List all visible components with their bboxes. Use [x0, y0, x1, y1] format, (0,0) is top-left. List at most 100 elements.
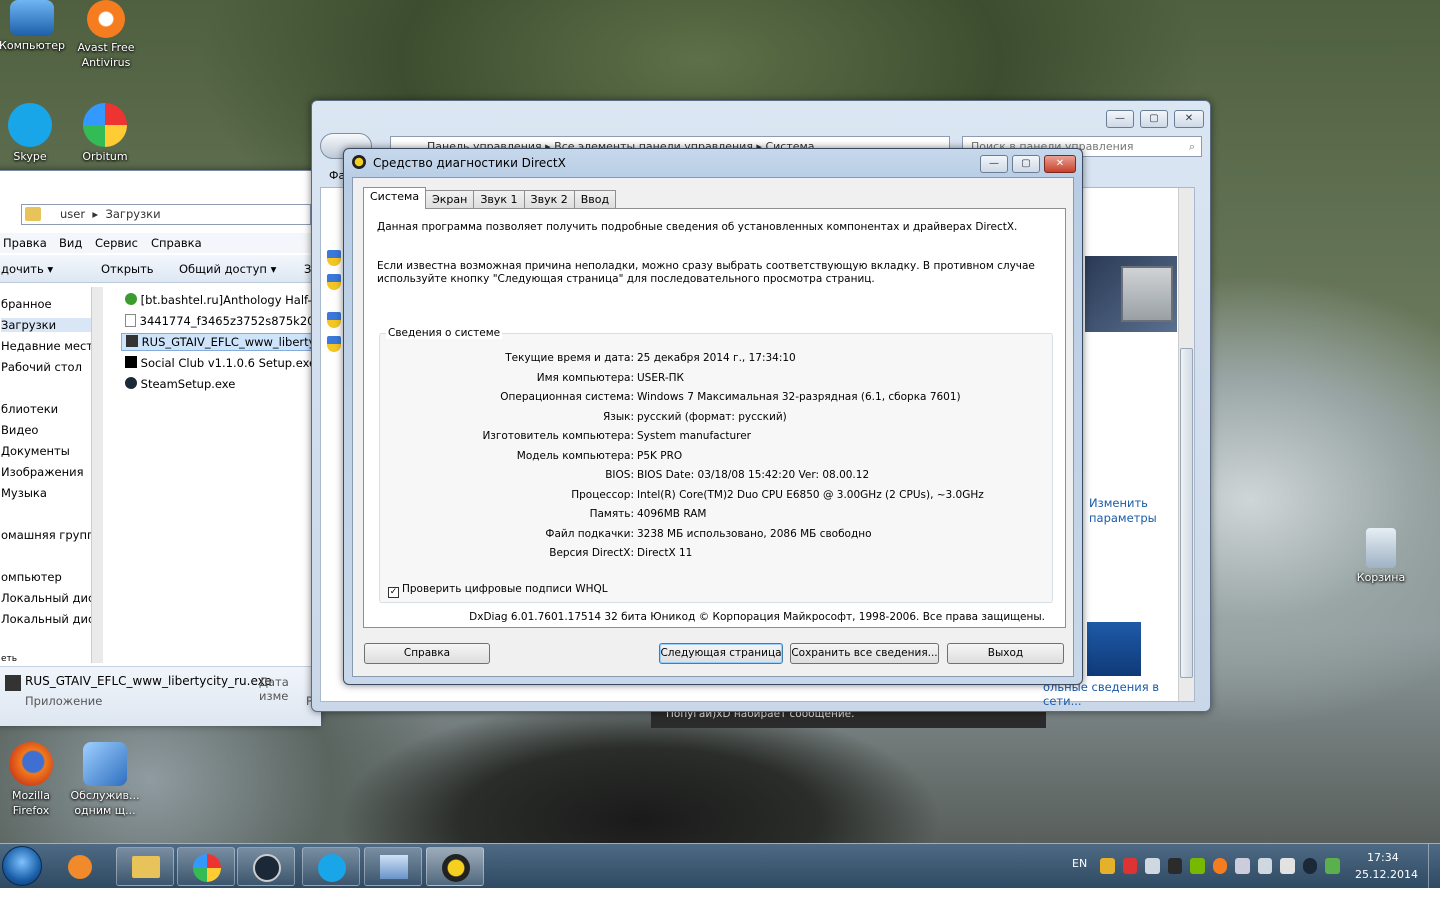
- exit-button[interactable]: Выход: [947, 643, 1064, 664]
- whql-checkbox[interactable]: ✓ Проверить цифровые подписи WHQL: [388, 583, 608, 598]
- nav-item[interactable]: бранное: [1, 297, 52, 311]
- taskbar-dxdiag[interactable]: [426, 847, 484, 886]
- desktop-icon-orbitum[interactable]: Orbitum: [69, 103, 141, 164]
- nvidia-icon[interactable]: [1190, 858, 1205, 874]
- explorer-window[interactable]: user ▸ Загрузки Правка Вид Сервис Справк…: [0, 170, 321, 726]
- minimize-button[interactable]: —: [1106, 110, 1134, 128]
- nav-item[interactable]: омашняя группа: [1, 528, 102, 542]
- desktop-icon-skype[interactable]: Skype: [0, 103, 66, 164]
- tab-input[interactable]: Ввод: [573, 190, 617, 209]
- system-info-key: Версия DirectX:: [549, 547, 634, 559]
- nav-item[interactable]: Изображения: [1, 465, 84, 479]
- nav-item[interactable]: Локальный диск: [1, 591, 101, 605]
- flag-icon[interactable]: [1280, 858, 1295, 874]
- toolbar-open[interactable]: Открыть: [101, 262, 154, 276]
- desktop-icon-avast[interactable]: Avast Free Antivirus: [70, 0, 142, 70]
- menu-help[interactable]: Справка: [151, 236, 202, 250]
- tab-sound-2[interactable]: Звук 2: [523, 190, 575, 209]
- nav-item[interactable]: омпьютер: [1, 570, 62, 584]
- taskbar-steam[interactable]: [237, 847, 295, 886]
- start-button[interactable]: [2, 846, 42, 886]
- link-change-settings[interactable]: Изменить: [1089, 496, 1148, 510]
- system-info-value: 25 декабря 2014 г., 17:34:10: [637, 352, 796, 364]
- group-title: Сведения о системе: [386, 327, 503, 339]
- file-item[interactable]: Social Club v1.1.0.6 Setup.exe: [125, 356, 316, 370]
- taskbar-control-panel[interactable]: [364, 847, 422, 886]
- tray-icon[interactable]: [1235, 858, 1250, 874]
- desktop-icon-recycle-bin[interactable]: Корзина: [1345, 528, 1417, 585]
- nav-item[interactable]: Видео: [1, 423, 38, 437]
- dx-minimize-button[interactable]: —: [980, 155, 1008, 173]
- clock-time[interactable]: 17:34: [1367, 851, 1399, 864]
- steam-tray-icon[interactable]: [1302, 858, 1318, 874]
- tray-icon[interactable]: [1100, 858, 1115, 874]
- nav-item[interactable]: Рабочий стол: [1, 360, 82, 374]
- nav-item[interactable]: Музыка: [1, 486, 47, 500]
- orbitum-icon: [83, 103, 127, 147]
- system-info-value: 4096MB RAM: [637, 508, 707, 520]
- cpu-image: [1085, 256, 1177, 332]
- toolbar-share[interactable]: Общий доступ ▾: [179, 262, 276, 276]
- nav-item[interactable]: еть: [1, 654, 17, 664]
- checkbox-icon[interactable]: ✓: [388, 587, 399, 598]
- maximize-button[interactable]: ▢: [1140, 110, 1168, 128]
- tab-sound-1[interactable]: Звук 1: [473, 190, 525, 209]
- nav-item[interactable]: Локальный диск: [1, 612, 101, 626]
- system-info-key: Текущие время и дата:: [505, 352, 634, 364]
- nav-item-downloads[interactable]: Загрузки: [1, 318, 91, 332]
- utorrent-icon: [125, 293, 137, 305]
- menu-view[interactable]: Вид: [59, 236, 82, 250]
- dxdiag-version-line: DxDiag 6.01.7601.17514 32 бита Юникод © …: [469, 611, 1045, 623]
- desktop-icon-firefox[interactable]: Mozilla Firefox: [0, 742, 67, 818]
- tab-display[interactable]: Экран: [425, 190, 475, 209]
- menu-edit[interactable]: Правка: [3, 236, 47, 250]
- dxdiag-window[interactable]: Средство диагностики DirectX — ▢ ✕ Систе…: [343, 148, 1083, 685]
- tray-icons: [1100, 858, 1341, 874]
- explorer-toolbar: дочить ▾ Открыть Общий доступ ▾ З: [0, 255, 321, 283]
- dx-close-button[interactable]: ✕: [1044, 155, 1076, 173]
- nav-item[interactable]: блиотеки: [1, 402, 58, 416]
- nav-item[interactable]: Документы: [1, 444, 70, 458]
- nav-scrollbar[interactable]: [91, 287, 103, 663]
- clock-date[interactable]: 25.12.2014: [1355, 868, 1418, 881]
- explorer-address-bar[interactable]: user ▸ Загрузки: [21, 204, 311, 225]
- system-info-value: USER-ПК: [637, 371, 684, 384]
- file-item[interactable]: [bt.bashtel.ru]Anthology Half-Li: [125, 293, 321, 307]
- nav-item[interactable]: Недавние места: [1, 339, 100, 353]
- tray-icon[interactable]: [1167, 858, 1183, 874]
- file-item[interactable]: 3441774_f3465z3752s875k2002r6: [125, 314, 321, 328]
- menu-tools[interactable]: Сервис: [95, 236, 138, 250]
- computer-icon: [10, 0, 54, 36]
- file-list: [bt.bashtel.ru]Anthology Half-Li 3441774…: [111, 285, 321, 665]
- tray-icon[interactable]: [1122, 858, 1138, 874]
- toolbar-add[interactable]: дочить ▾: [1, 262, 53, 276]
- system-info-value: P5K PRO: [637, 449, 683, 462]
- volume-icon[interactable]: [1145, 858, 1160, 874]
- system-tab-panel: Данная программа позволяет получить подр…: [363, 208, 1066, 628]
- cp-scrollbar[interactable]: [1178, 188, 1194, 701]
- next-page-button[interactable]: Следующая страница: [659, 643, 783, 664]
- system-info-row: Язык: русский (формат: русский): [380, 411, 1054, 429]
- tray-icon[interactable]: [1325, 858, 1341, 874]
- file-item-selected[interactable]: RUS_GTAIV_EFLC_www_libertyci: [121, 333, 321, 351]
- exe-icon: [126, 335, 138, 347]
- taskbar-media-player[interactable]: [52, 847, 110, 886]
- system-info-row: BIOS: BIOS Date: 03/18/08 15:42:20 Ver: 0…: [380, 469, 1054, 487]
- network-icon[interactable]: [1257, 858, 1273, 874]
- file-item[interactable]: SteamSetup.exe: [125, 377, 235, 391]
- dx-maximize-button[interactable]: ▢: [1012, 155, 1040, 173]
- desktop-icon-computer[interactable]: Компьютер: [0, 0, 68, 53]
- desktop-icon-maintenance[interactable]: Обслужив... одним щ...: [69, 742, 141, 818]
- taskbar-explorer[interactable]: [116, 847, 174, 886]
- tab-system[interactable]: Система: [363, 187, 427, 209]
- save-all-button[interactable]: Сохранить все сведения...: [790, 643, 939, 664]
- taskbar-skype[interactable]: [302, 847, 360, 886]
- taskbar-orbitum[interactable]: [177, 847, 235, 886]
- maintenance-icon: [83, 742, 127, 786]
- language-indicator[interactable]: EN: [1072, 857, 1087, 870]
- show-desktop-button[interactable]: [1428, 844, 1440, 889]
- help-button[interactable]: Справка: [364, 643, 490, 664]
- close-button[interactable]: ✕: [1174, 110, 1204, 128]
- link-change-settings-2[interactable]: параметры: [1089, 511, 1157, 525]
- avast-tray-icon[interactable]: [1212, 858, 1228, 874]
